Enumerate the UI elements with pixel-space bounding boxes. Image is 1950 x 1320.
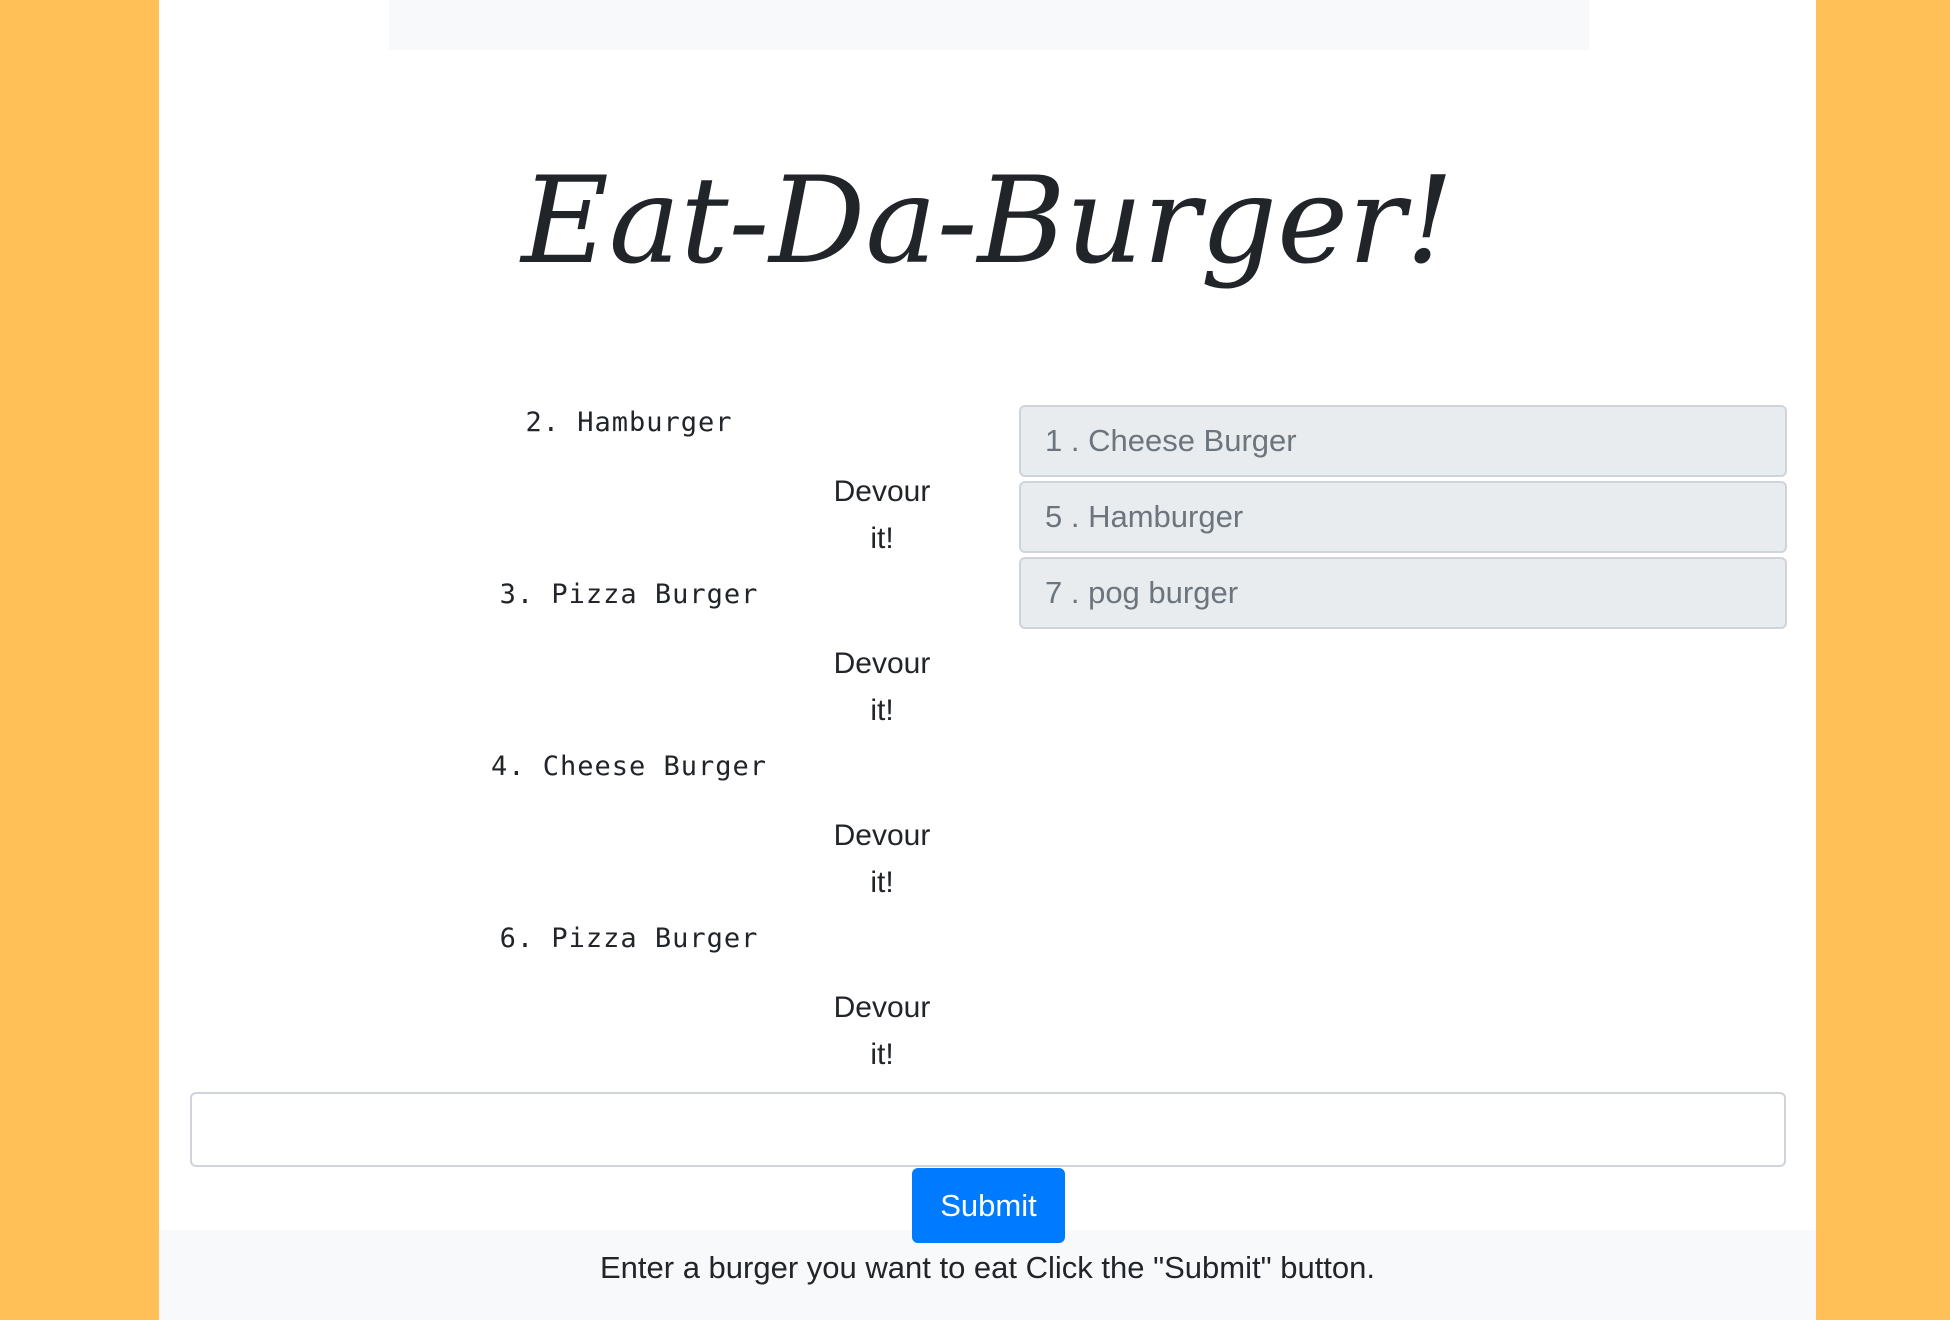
burger-name: 2. Hamburger bbox=[525, 407, 733, 438]
submit-button[interactable]: Submit bbox=[912, 1168, 1065, 1243]
devoured-item: 1 . Cheese Burger bbox=[1019, 405, 1787, 477]
devour-label: it! bbox=[870, 1038, 894, 1071]
burger-name: 6. Pizza Burger bbox=[499, 923, 759, 954]
devour-label: it! bbox=[870, 866, 894, 899]
devour-button[interactable]: Devour it! bbox=[826, 640, 938, 734]
burger-name: 4. Cheese Burger bbox=[490, 751, 768, 782]
devoured-list: 1 . Cheese Burger 5 . Hamburger 7 . pog … bbox=[1019, 405, 1787, 633]
page-container: Eat-Da-Burger! 2. Hamburger Devour it! 3… bbox=[159, 0, 1816, 1320]
devour-label: Devour bbox=[833, 475, 931, 508]
top-banner bbox=[389, 0, 1589, 50]
burger-input[interactable] bbox=[190, 1092, 1786, 1167]
devour-label: Devour bbox=[833, 819, 931, 852]
devour-button[interactable]: Devour it! bbox=[826, 984, 938, 1078]
page-title: Eat-Da-Burger! bbox=[521, 152, 1454, 291]
devour-label: Devour bbox=[833, 991, 931, 1024]
devoured-item: 5 . Hamburger bbox=[1019, 481, 1787, 553]
devour-label: it! bbox=[870, 694, 894, 727]
devour-button[interactable]: Devour it! bbox=[826, 468, 938, 562]
devoured-item: 7 . pog burger bbox=[1019, 557, 1787, 629]
devour-button[interactable]: Devour it! bbox=[826, 812, 938, 906]
devour-label: it! bbox=[870, 522, 894, 555]
burger-name: 3. Pizza Burger bbox=[499, 579, 759, 610]
instructions-text: Enter a burger you want to eat Click the… bbox=[599, 1250, 1376, 1285]
devour-label: Devour bbox=[833, 647, 931, 680]
